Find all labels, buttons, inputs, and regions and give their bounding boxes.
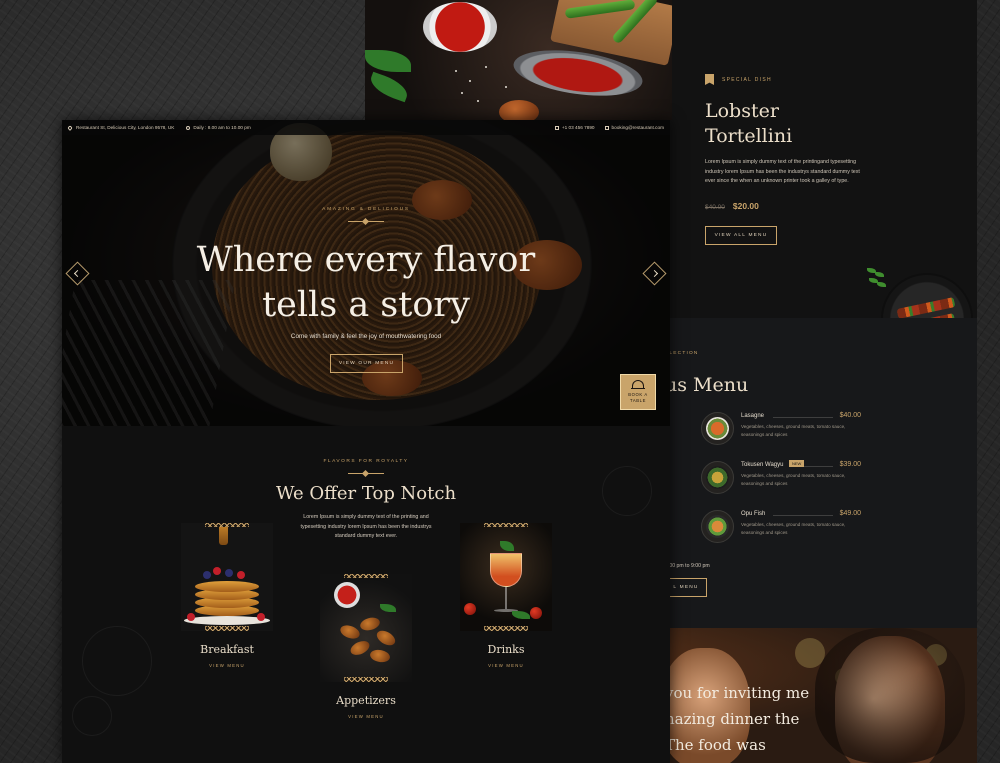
leaf-image <box>365 50 411 72</box>
menu-title: us Menu <box>665 374 749 396</box>
special-title: Lobster Tortellini <box>705 100 793 147</box>
bookmark-icon <box>705 74 714 85</box>
view-menu-link[interactable]: VIEW MENU <box>181 663 273 668</box>
topbar-email[interactable]: booking@restaurant.com <box>612 125 664 130</box>
special-dish-section: SPECIAL DISH Lobster Tortellini Lorem Ip… <box>705 74 865 245</box>
testimonial-quote: you for inviting me nazing dinner the Th… <box>665 684 810 754</box>
leaf-image <box>367 71 411 103</box>
menu-item-price: $39.00 <box>839 461 861 468</box>
contact-topbar: Restaurant St, Delicious City, London 95… <box>62 120 670 135</box>
menu-item[interactable]: Lasagne $40.00 Vegetables, cheeses, grou… <box>701 412 861 448</box>
chevron-right-icon <box>650 269 659 278</box>
hero-kicker: AMAZING & DELICIOUS <box>322 207 410 212</box>
menu-item[interactable]: Opu Fish $49.00 Vegetables, cheeses, gro… <box>701 510 861 546</box>
dish-name: Appetizers <box>336 694 396 707</box>
menu-item-price: $49.00 <box>839 510 861 517</box>
hero-subtitle: Come with family & feel the joy of mouth… <box>290 333 442 340</box>
offer-description: Lorem Ipsum is simply dummy text of the … <box>300 514 432 539</box>
special-old-price: $40.00 <box>705 203 725 211</box>
view-menu-link[interactable]: VIEW MENU <box>320 714 412 719</box>
menu-kicker: ELECTION <box>665 351 699 356</box>
menu-item-name: Lasagne <box>741 413 765 419</box>
menu-item-desc: Vegetables, cheeses, ground meats, tomat… <box>741 424 846 437</box>
view-all-menu-button[interactable]: VIEW ALL MENU <box>705 225 777 245</box>
ornament-divider <box>348 471 384 475</box>
offer-title: We Offer Top Notch <box>275 483 457 504</box>
ornament-divider <box>348 219 384 223</box>
dish-thumbnail <box>701 510 734 543</box>
left-page-preview: AMAZING & DELICIOUS Where every flavor t… <box>62 120 670 763</box>
special-description: Lorem Ipsum is simply dummy text of the … <box>705 159 860 184</box>
view-menu-button[interactable]: L MENU <box>665 578 707 597</box>
drink-photo <box>460 523 552 631</box>
dish-name: Breakfast <box>200 643 254 656</box>
shrimp-image <box>499 100 539 120</box>
menu-item-desc: Vegetables, cheeses, ground meats, tomat… <box>741 522 846 535</box>
cloche-icon <box>631 378 645 390</box>
topbar-address: Restaurant St, Delicious City, London 95… <box>76 125 175 130</box>
dish-card-drinks[interactable]: Drinks VIEW MENU <box>460 523 552 668</box>
menu-item-name: Opu Fish <box>741 511 766 517</box>
dish-card-breakfast[interactable]: Breakfast VIEW MENU <box>181 523 273 668</box>
menu-item-name: Tokusen Wagyu <box>741 462 784 468</box>
special-new-price: $20.00 <box>732 200 759 211</box>
dish-thumbnail <box>701 461 734 494</box>
topbar-hours: Daily : 8.00 am to 10.00 pm <box>193 125 251 130</box>
offer-section: FLAVORS FOR ROYALTY We Offer Top Notch L… <box>62 426 670 763</box>
phone-icon <box>554 125 559 130</box>
sauce-bowl-image <box>423 2 497 52</box>
dish-name: Drinks <box>487 643 525 656</box>
herb-garnish-image <box>865 266 889 296</box>
special-kicker: SPECIAL DISH <box>722 76 772 83</box>
menu-item-price: $40.00 <box>839 412 861 419</box>
new-badge: NEW <box>789 460 805 467</box>
menu-hours: 7:00 pm to 9:00 pm <box>665 563 710 569</box>
location-pin-icon <box>67 124 73 131</box>
menu-item-desc: Vegetables, cheeses, ground meats, tomat… <box>741 473 846 486</box>
mail-icon <box>604 125 609 130</box>
topbar-phone[interactable]: +1 03 456 7890 <box>562 125 595 130</box>
dish-card-appetizers[interactable]: Appetizers VIEW MENU <box>320 574 412 719</box>
view-menu-link[interactable]: VIEW MENU <box>460 663 552 668</box>
offer-kicker: FLAVORS FOR ROYALTY <box>323 459 409 464</box>
clock-icon <box>186 125 191 130</box>
pancake-photo <box>181 523 273 631</box>
sauce-photo <box>365 0 672 120</box>
dish-thumbnail <box>701 412 734 445</box>
hero-title: Where every flavor tells a story <box>196 240 536 325</box>
hero-section: AMAZING & DELICIOUS Where every flavor t… <box>62 120 670 426</box>
menu-item[interactable]: Tokusen Wagyu NEW $39.00 Vegetables, che… <box>701 460 861 497</box>
chevron-left-icon <box>73 269 82 278</box>
book-a-table-button[interactable]: BOOK A TABLE <box>620 374 656 410</box>
appetizer-photo <box>320 574 412 682</box>
view-our-menu-button[interactable]: VIEW OUR MENU <box>330 354 403 373</box>
